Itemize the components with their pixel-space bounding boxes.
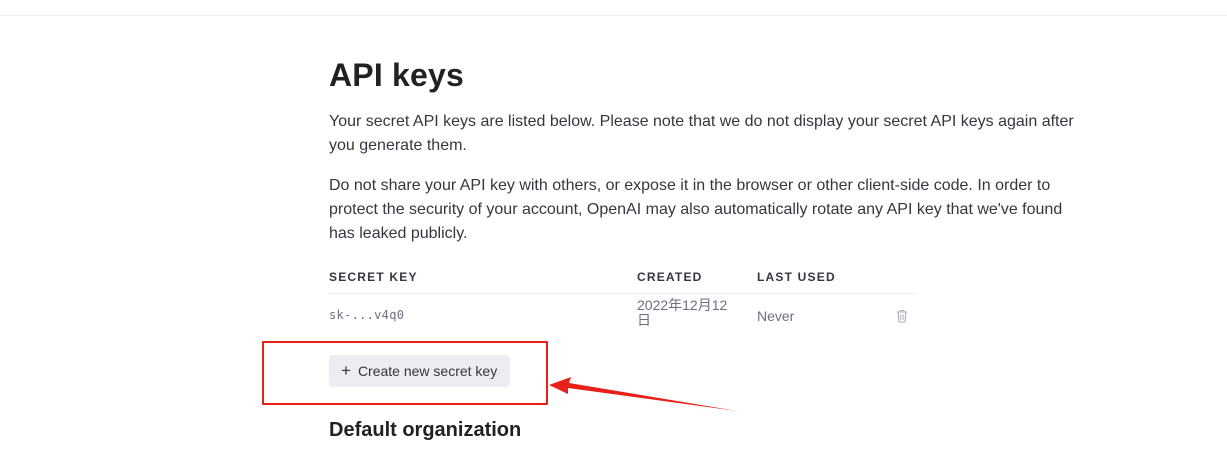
intro-text: Your secret API keys are listed below. P…	[329, 113, 1074, 154]
default-organization-heading: Default organization	[329, 419, 522, 441]
trash-icon-svg	[897, 309, 907, 323]
header-secret-key: SECRET KEY	[329, 270, 418, 284]
top-bar	[0, 0, 1227, 16]
secret-key-value: sk-...v4q0	[329, 308, 405, 322]
table-row: sk-...v4q0 2022年12月12日 Never	[329, 294, 915, 338]
keys-table-header: SECRET KEY CREATED LAST USED	[329, 269, 915, 294]
created-date: 2022年12月12日	[637, 297, 728, 328]
annotation-highlight-box	[262, 341, 548, 405]
header-created: CREATED	[637, 270, 703, 284]
warning-text: Do not share your API key with others, o…	[329, 177, 1063, 242]
page-title: API keys	[329, 57, 465, 93]
last-used-value: Never	[757, 308, 795, 324]
trash-icon[interactable]	[895, 308, 909, 324]
header-last-used: LAST USED	[757, 270, 836, 284]
